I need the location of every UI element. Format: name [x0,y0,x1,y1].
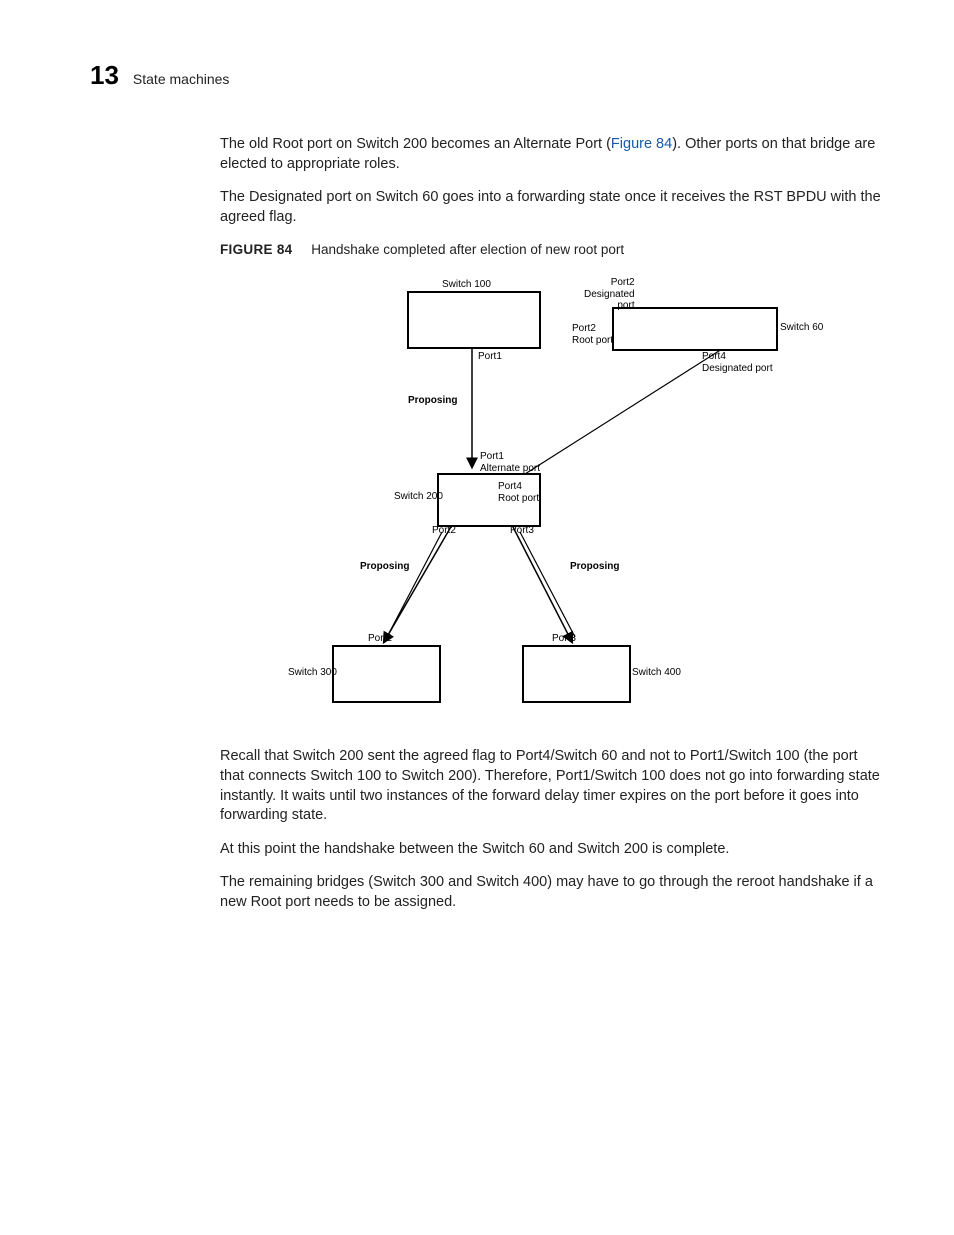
port1-label: Port1 [478,351,502,363]
page: 13 State machines The old Root port on S… [0,0,954,1235]
port3b-label: Port3 [552,633,576,645]
figure-label: FIGURE 84 [220,242,292,257]
diagram: Switch 100 Switch 60 Switch 200 Switch 3… [282,267,822,717]
port2-root-label: Port2Root port [572,323,613,346]
figure-link[interactable]: Figure 84 [611,136,672,152]
paragraph-5: The remaining bridges (Switch 300 and Sw… [220,873,884,912]
chapter-number: 13 [90,60,119,91]
proposing-3-label: Proposing [570,561,619,573]
port4-designated-label: Port4Designated port [702,351,773,374]
paragraph-1: The old Root port on Switch 200 becomes … [220,135,884,174]
switch-400-box [522,645,631,703]
text: The old Root port on Switch 200 becomes … [220,136,611,152]
port2-designated-label: Port2Designatedport [584,277,635,312]
port1-alternate-label: Port1Alternate port [480,451,540,474]
port2-label: Port2 [432,525,456,537]
switch-200-label: Switch 200 [394,491,443,503]
switch-300-box [332,645,441,703]
switch-300-label: Switch 300 [288,667,337,679]
port2b-label: Port2 [368,633,392,645]
section-title: State machines [133,71,230,87]
switch-100-label: Switch 100 [442,279,491,291]
port3-label: Port3 [510,525,534,537]
switch-60-label: Switch 60 [780,322,823,334]
switch-100-box [407,291,541,349]
body-text: The old Root port on Switch 200 becomes … [220,135,884,912]
proposing-1-label: Proposing [408,395,457,407]
port4-root-label: Port4Root port [498,481,539,504]
paragraph-2: The Designated port on Switch 60 goes in… [220,188,884,227]
page-header: 13 State machines [90,60,884,91]
figure-caption-line: FIGURE 84 Handshake completed after elec… [220,241,884,259]
proposing-2-label: Proposing [360,561,409,573]
paragraph-4: At this point the handshake between the … [220,840,884,860]
switch-60-box [612,307,778,351]
figure-caption: Handshake completed after election of ne… [311,242,624,257]
switch-400-label: Switch 400 [632,667,681,679]
paragraph-3: Recall that Switch 200 sent the agreed f… [220,747,884,825]
